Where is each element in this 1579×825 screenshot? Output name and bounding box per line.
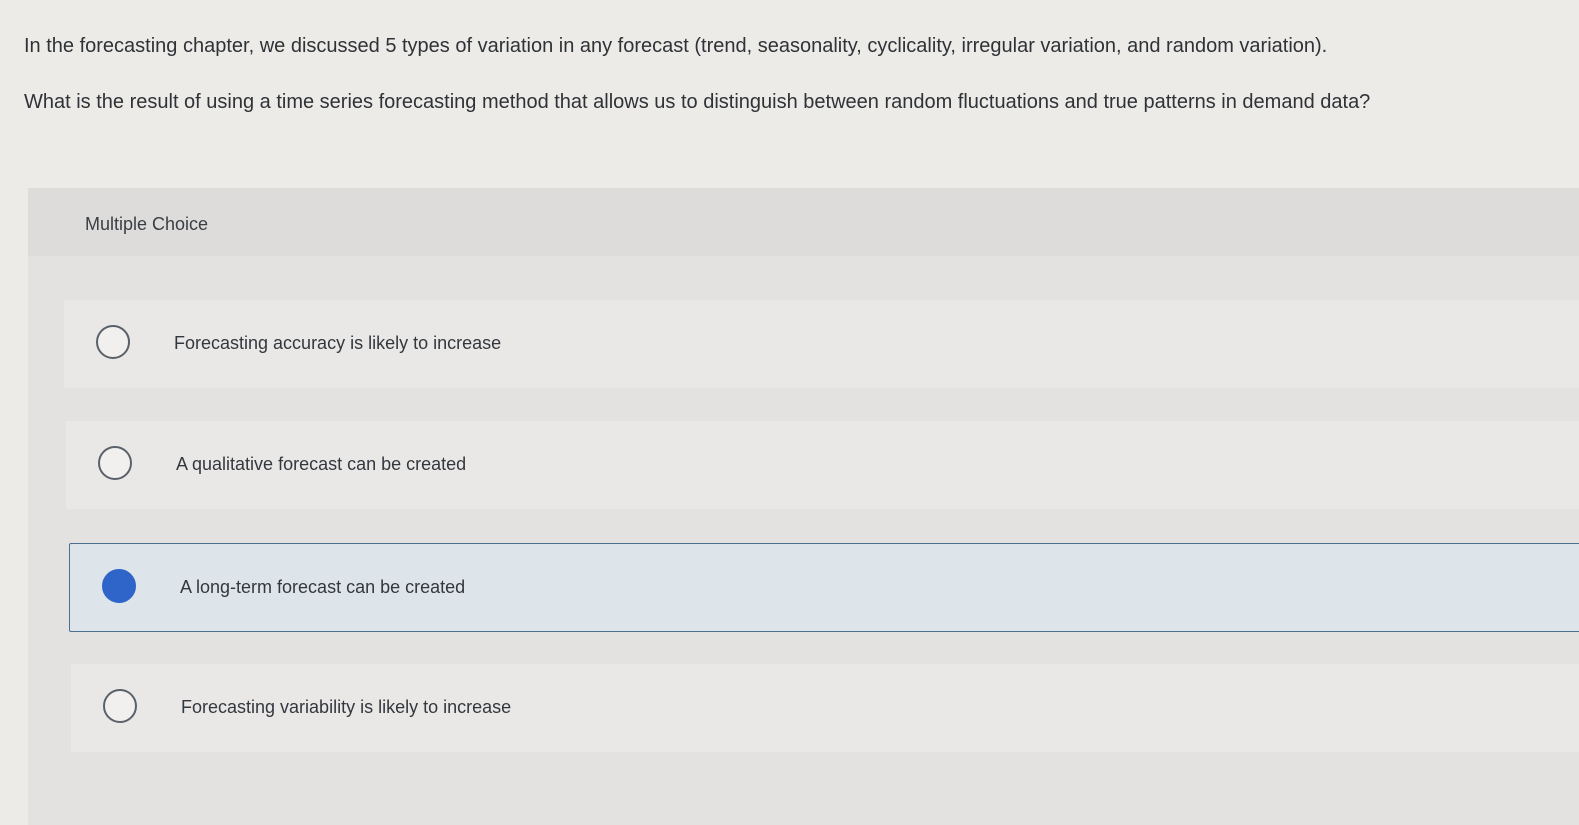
question-prompt-text: What is the result of using a time serie…: [24, 91, 1371, 113]
answer-option-3[interactable]: A long-term forecast can be created: [69, 543, 1579, 632]
answer-option-label: A long-term forecast can be created: [180, 577, 466, 597]
radio-button-3-selected[interactable]: [102, 569, 136, 603]
question-intro-text: In the forecasting chapter, we discussed…: [24, 35, 1328, 57]
multiple-choice-header: Multiple Choice: [28, 188, 1579, 256]
answer-option-1[interactable]: Forecasting accuracy is likely to increa…: [64, 300, 1579, 388]
radio-button-2[interactable]: [98, 446, 132, 480]
multiple-choice-title: Multiple Choice: [85, 214, 209, 234]
answer-option-4[interactable]: Forecasting variability is likely to inc…: [71, 664, 1579, 752]
radio-button-4[interactable]: [103, 689, 137, 723]
answer-option-label: Forecasting variability is likely to inc…: [181, 697, 512, 717]
answer-option-2[interactable]: A qualitative forecast can be created: [66, 421, 1579, 509]
answer-option-label: A qualitative forecast can be created: [176, 454, 467, 474]
radio-button-1[interactable]: [96, 325, 130, 359]
answer-option-label: Forecasting accuracy is likely to increa…: [174, 333, 502, 353]
